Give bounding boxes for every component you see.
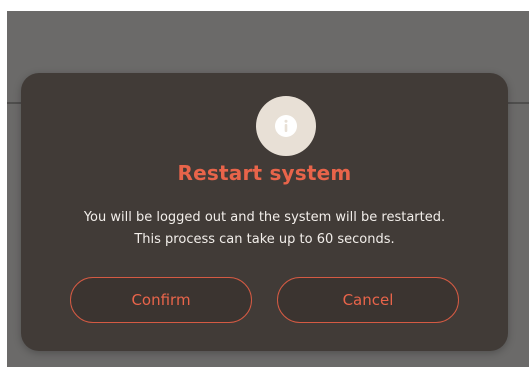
info-icon-glyph	[275, 115, 297, 137]
dialog-title: Restart system	[177, 161, 352, 185]
dialog-message-line-2: This process can take up to 60 seconds.	[134, 232, 395, 247]
modal-overlay: Restart system You will be logged out an…	[7, 11, 529, 367]
dialog-message-line-1: You will be logged out and the system wi…	[83, 210, 446, 225]
dialog-message: You will be logged out and the system wi…	[21, 207, 508, 251]
cancel-button[interactable]: Cancel	[277, 277, 459, 323]
restart-dialog: Restart system You will be logged out an…	[21, 73, 508, 351]
confirm-button[interactable]: Confirm	[70, 277, 252, 323]
info-icon	[256, 96, 316, 156]
